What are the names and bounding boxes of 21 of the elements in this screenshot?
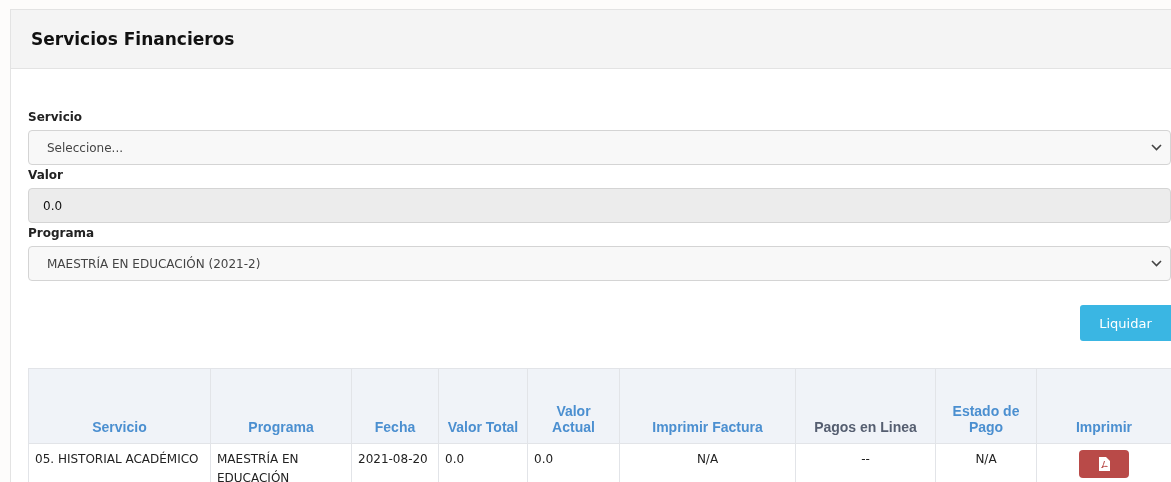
column-header[interactable]: Servicio [28,368,211,444]
column-header[interactable]: Fecha [351,368,439,444]
column-header[interactable]: Imprimir [1036,368,1171,444]
chevron-down-icon [1151,260,1162,267]
select-field[interactable]: MAESTRÍA EN EDUCACIÓN (2021-2) [28,246,1171,281]
table-cell: 05. HISTORIAL ACADÉMICO [28,443,211,482]
chevron-down-icon [1151,144,1162,151]
column-header[interactable]: Imprimir Factura [619,368,796,444]
column-header[interactable]: Estado de Pago [935,368,1037,444]
field-label: Servicio [28,110,83,124]
pdf-button[interactable] [1079,450,1129,478]
field-label: Programa [28,226,95,240]
field-label: Valor [28,168,63,182]
liquidar-button[interactable]: Liquidar [1080,305,1171,341]
pdf-file-icon [1098,457,1110,471]
card-title: Servicios Financieros [31,29,235,49]
select-field[interactable]: Seleccione... [28,130,1171,165]
column-header[interactable]: Programa [210,368,352,444]
column-header: Pagos en Linea [795,368,936,444]
column-header[interactable]: Valor Actual [527,368,620,444]
column-header[interactable]: Valor Total [438,368,528,444]
